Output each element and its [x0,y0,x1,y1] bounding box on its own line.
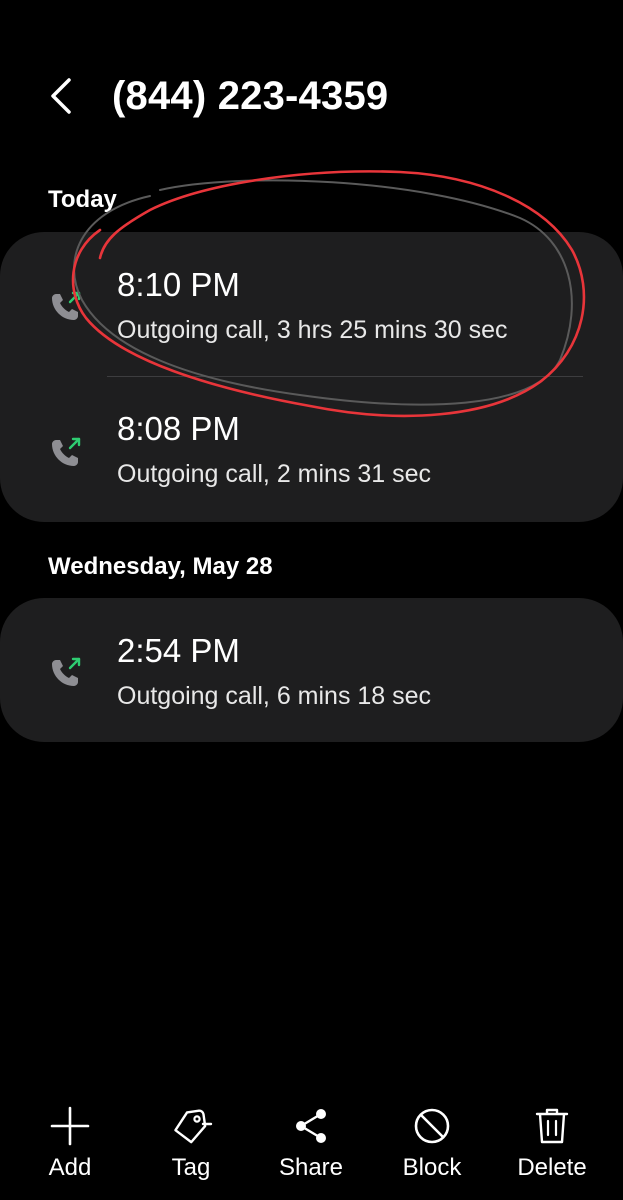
page-title: (844) 223-4359 [112,74,389,118]
share-icon [296,1109,326,1143]
back-button[interactable] [38,68,86,124]
section-label-today: Today [48,186,117,213]
call-group-today: 8:10 PM Outgoing call, 3 hrs 25 mins 30 … [0,232,623,522]
delete-button[interactable]: Delete [497,1090,607,1200]
delete-label: Delete [517,1154,587,1181]
bottom-toolbar: Add Tag Share Block Delete [0,1090,623,1200]
call-description: Outgoing call, 2 mins 31 sec [117,460,432,488]
block-label: Block [402,1154,462,1181]
block-button[interactable]: Block [377,1090,487,1200]
block-icon [414,1108,450,1144]
header: (844) 223-4359 [0,0,623,190]
call-log-entry[interactable]: 8:08 PM Outgoing call, 2 mins 31 sec [0,376,623,520]
trash-icon [535,1108,569,1144]
call-time: 8:08 PM [117,410,240,447]
share-label: Share [278,1154,344,1181]
outgoing-call-icon [52,291,81,320]
section-label-wednesday: Wednesday, May 28 [48,553,273,580]
call-time: 8:10 PM [117,266,240,303]
outgoing-call-icon [52,657,81,686]
tag-label: Tag [171,1154,211,1181]
outgoing-call-icon [52,437,81,466]
call-group-wednesday: 2:54 PM Outgoing call, 6 mins 18 sec [0,598,623,742]
plus-icon [50,1106,90,1146]
tag-icon [174,1109,213,1144]
tag-button[interactable]: Tag [136,1090,246,1200]
call-time: 2:54 PM [117,632,240,669]
call-description: Outgoing call, 6 mins 18 sec [117,682,432,710]
share-button[interactable]: Share [256,1090,366,1200]
call-description: Outgoing call, 3 hrs 25 mins 30 sec [117,316,508,344]
chevron-left-icon [51,78,71,114]
call-log-entry[interactable]: 8:10 PM Outgoing call, 3 hrs 25 mins 30 … [0,232,623,376]
add-button[interactable]: Add [15,1090,125,1200]
add-label: Add [48,1154,92,1181]
call-log-entry[interactable]: 2:54 PM Outgoing call, 6 mins 18 sec [0,598,623,742]
